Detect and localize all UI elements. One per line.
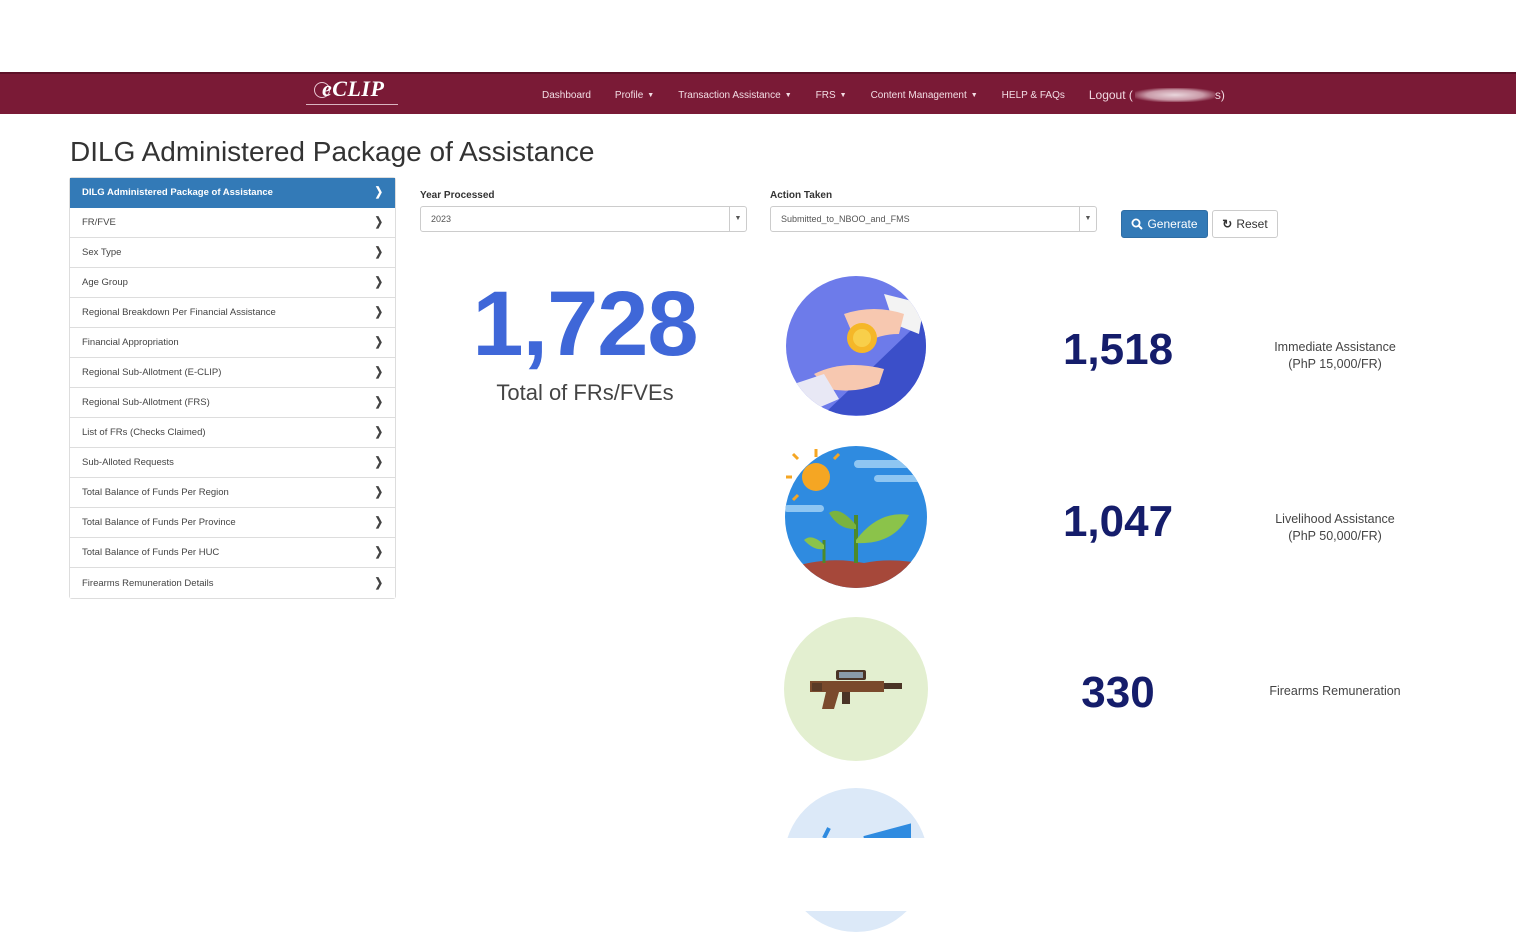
page-title: DILG Administered Package of Assistance: [70, 136, 595, 167]
chevron-right-icon: ❯: [374, 185, 383, 200]
nav-logout[interactable]: Logout (s): [1089, 88, 1225, 102]
sidebar-item[interactable]: Total Balance of Funds Per Province ❯: [70, 508, 395, 538]
sidebar-item[interactable]: FR/FVE ❯: [70, 208, 395, 238]
chevron-right-icon: ❯: [374, 485, 383, 500]
nav-dashboard[interactable]: Dashboard: [542, 90, 591, 101]
caret-down-icon: ▼: [1079, 207, 1096, 231]
stat-value: 1,047: [1062, 497, 1174, 546]
chevron-right-icon: ❯: [374, 395, 383, 410]
sidebar-item[interactable]: List of FRs (Checks Claimed) ❯: [70, 418, 395, 448]
brand-logo[interactable]: eCLIP: [306, 74, 398, 116]
sidebar-item-label: Regional Sub-Allotment (E-CLIP): [82, 367, 222, 378]
chevron-right-icon: ❯: [374, 576, 383, 590]
chevron-right-icon: ❯: [374, 275, 383, 290]
generate-button[interactable]: Generate: [1121, 210, 1208, 238]
action-taken-label: Action Taken: [770, 190, 833, 201]
stat-label-line: (PhP 15,000/FR): [1288, 357, 1382, 371]
chevron-right-icon: ❯: [374, 455, 383, 470]
year-processed-select[interactable]: 2023 ▼: [420, 206, 747, 232]
report-sidebar: DILG Administered Package of Assistance ❯…: [69, 177, 396, 599]
nav-transaction-assistance[interactable]: Transaction Assistance ▼: [678, 90, 791, 101]
brand-name: eCLIP: [322, 76, 385, 101]
search-icon: [1131, 218, 1144, 230]
chevron-right-icon: ❯: [374, 545, 383, 560]
stat-label: Livelihood Assistance (PhP 50,000/FR): [1245, 511, 1425, 545]
caret-down-icon: ▼: [839, 91, 847, 99]
sidebar-item-label: Firearms Remuneration Details: [82, 577, 214, 589]
sidebar-item[interactable]: Regional Sub-Allotment (E-CLIP) ❯: [70, 358, 395, 388]
sidebar-item-label: Age Group: [82, 277, 128, 288]
brand-underline: [306, 104, 398, 105]
top-navbar: eCLIP Dashboard Profile ▼ Transaction Ass…: [0, 72, 1516, 114]
sidebar-item-label: Sub-Alloted Requests: [82, 457, 174, 468]
nav-frs[interactable]: FRS ▼: [816, 90, 847, 101]
stat-value: 330: [1081, 668, 1155, 717]
sidebar-item-label: DILG Administered Package of Assistance: [82, 187, 273, 198]
sidebar-item[interactable]: Financial Appropriation ❯: [70, 328, 395, 358]
sidebar-item[interactable]: DILG Administered Package of Assistance ❯: [70, 178, 395, 208]
stat-label-line: (PhP 50,000/FR): [1288, 529, 1382, 543]
sidebar-item-label: Total Balance of Funds Per Province: [82, 517, 236, 528]
sidebar-item[interactable]: Regional Sub-Allotment (FRS) ❯: [70, 388, 395, 418]
sidebar-item[interactable]: Total Balance of Funds Per Region ❯: [70, 478, 395, 508]
bottom-blank-strip: [0, 838, 1516, 911]
sidebar-item-label: Total Balance of Funds Per HUC: [82, 547, 220, 558]
action-taken-select[interactable]: Submitted_to_NBOO_and_FMS ▼: [770, 206, 1097, 232]
rifle-icon: [784, 617, 928, 761]
plant-growth-icon: [785, 446, 927, 588]
nav-help-faqs[interactable]: HELP & FAQs: [1002, 90, 1065, 101]
caret-down-icon: ▼: [784, 91, 792, 99]
chevron-right-icon: ❯: [374, 425, 383, 440]
caret-down-icon: ▼: [729, 207, 746, 231]
chevron-right-icon: ❯: [374, 215, 383, 230]
stat-label-line: Immediate Assistance: [1274, 340, 1396, 354]
chevron-right-icon: ❯: [374, 335, 383, 350]
sidebar-item-label: Sex Type: [82, 247, 122, 258]
chevron-right-icon: ❯: [374, 245, 383, 260]
nav-content-management[interactable]: Content Management ▼: [871, 90, 978, 101]
chevron-right-icon: ❯: [374, 305, 383, 320]
reset-label: Reset: [1236, 217, 1268, 231]
stat-label-line: Livelihood Assistance: [1275, 512, 1395, 526]
stat-label: Firearms Remuneration: [1245, 683, 1425, 700]
sidebar-item[interactable]: Total Balance of Funds Per HUC ❯: [70, 538, 395, 568]
year-processed-value: 2023: [431, 214, 452, 224]
stat-label: Immediate Assistance (PhP 15,000/FR): [1245, 339, 1425, 373]
hand-coin-icon: [786, 276, 926, 416]
sidebar-item[interactable]: Age Group ❯: [70, 268, 395, 298]
sidebar-item-label: Regional Sub-Allotment (FRS): [82, 397, 210, 408]
nav-profile[interactable]: Profile ▼: [615, 90, 654, 101]
sidebar-item-label: Regional Breakdown Per Financial Assista…: [82, 307, 276, 318]
chevron-right-icon: ❯: [374, 515, 383, 530]
sidebar-item[interactable]: Sex Type ❯: [70, 238, 395, 268]
sidebar-item[interactable]: Sub-Alloted Requests ❯: [70, 448, 395, 478]
main-nav: Dashboard Profile ▼ Transaction Assistanc…: [530, 74, 1237, 116]
refresh-icon: ↻: [1222, 217, 1233, 231]
sidebar-item[interactable]: Regional Breakdown Per Financial Assista…: [70, 298, 395, 328]
total-count: 1,728: [472, 273, 698, 375]
caret-down-icon: ▼: [647, 91, 655, 99]
sidebar-item-label: Financial Appropriation: [82, 337, 179, 348]
redacted-username: [1134, 88, 1215, 102]
sidebar-item-label: List of FRs (Checks Claimed): [82, 427, 206, 438]
sidebar-item-label: Total Balance of Funds Per Region: [82, 487, 229, 498]
year-processed-label: Year Processed: [420, 190, 495, 201]
stat-value: 1,518: [1062, 325, 1174, 374]
total-label: Total of FRs/FVEs: [496, 380, 674, 405]
caret-down-icon: ▼: [970, 91, 978, 99]
action-taken-value: Submitted_to_NBOO_and_FMS: [781, 214, 910, 224]
reset-button[interactable]: ↻ Reset: [1212, 210, 1278, 238]
chevron-right-icon: ❯: [374, 365, 383, 380]
sidebar-item-label: FR/FVE: [82, 217, 116, 228]
top-blank-strip: [0, 0, 1516, 72]
sidebar-item[interactable]: Firearms Remuneration Details ❯: [70, 568, 395, 598]
stat-label-line: Firearms Remuneration: [1269, 684, 1401, 698]
generate-label: Generate: [1147, 217, 1198, 231]
